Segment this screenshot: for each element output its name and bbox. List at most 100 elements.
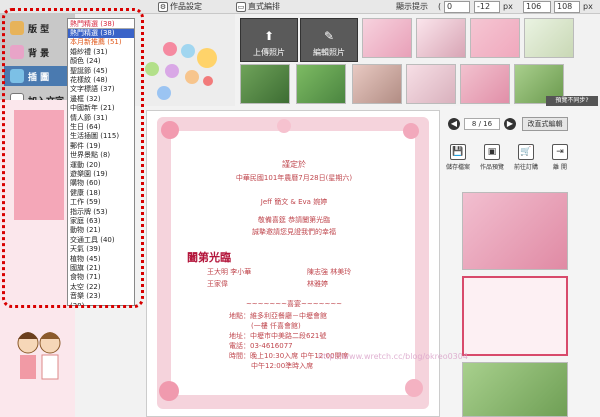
save-button[interactable]: 💾 儲存檔案 [444, 144, 472, 182]
sticker-item[interactable] [163, 42, 177, 56]
category-dropdown[interactable]: 熱門精選 (38) 熱門精選 (38) 本月新推薦 (51) 婚紗禮 (31) 顏色 … [67, 18, 135, 306]
dropdown-option[interactable]: 生日 (64) [68, 123, 134, 132]
template-icon [10, 21, 24, 35]
dropdown-option[interactable]: 指示牌 (53) [68, 208, 134, 217]
card-parents-right: 陳志強 林美玲 [307, 268, 352, 276]
sticker-item[interactable] [203, 76, 213, 86]
photo-thumbnail[interactable] [460, 64, 510, 104]
flower-decoration [159, 381, 179, 401]
preview-button[interactable]: ▣ 作品預覽 [478, 144, 506, 182]
menu-template[interactable]: 版 型 [4, 18, 70, 38]
vertical-edit-button[interactable]: 改直式編輯 [522, 117, 568, 131]
vertical-layout-button[interactable]: ▭ 直式編排 [236, 1, 280, 13]
photo-thumbnail[interactable] [470, 18, 520, 58]
dropdown-option[interactable]: 食物 (71) [68, 273, 134, 282]
dropdown-option[interactable]: 購物 (60) [68, 179, 134, 188]
dropdown-option[interactable]: 世界景點 (8) [68, 151, 134, 160]
photo-thumbnail[interactable] [352, 64, 402, 104]
sticker-item[interactable] [145, 62, 159, 76]
dropdown-option[interactable]: 家庭 (63) [68, 217, 134, 226]
design-settings-button[interactable]: ⚙ 作品設定 [158, 1, 202, 13]
design-settings-label: 作品設定 [170, 2, 202, 11]
next-page-button[interactable]: ▶ [504, 118, 516, 130]
photo-thumbnail[interactable] [240, 64, 290, 104]
dropdown-option[interactable]: 植物 (45) [68, 255, 134, 264]
dropdown-selected[interactable]: 熱門精選 (38) [68, 19, 134, 29]
dropdown-option[interactable]: (28) [68, 302, 134, 305]
menu-template-label: 版 型 [28, 24, 50, 35]
exit-icon: ⇥ [552, 144, 568, 160]
page-thumbnail[interactable] [462, 192, 568, 270]
dropdown-option[interactable]: 本月新推薦 (51) [68, 38, 134, 47]
sticker-item[interactable] [165, 64, 179, 78]
dropdown-option[interactable]: 太空 (22) [68, 283, 134, 292]
dropdown-option[interactable]: 文字標語 (37) [68, 85, 134, 94]
menu-background[interactable]: 背 景 [4, 42, 70, 62]
vertical-layout-label: 直式編排 [248, 2, 280, 11]
dropdown-option[interactable]: 工作 (59) [68, 198, 134, 207]
dropdown-option[interactable]: 婚紗禮 (31) [68, 48, 134, 57]
edit-photo-button[interactable]: ✎ 編輯照片 [300, 18, 358, 62]
dropdown-option[interactable]: 遊樂園 (19) [68, 170, 134, 179]
couple-cartoon-icon [17, 332, 61, 380]
upload-photo-button[interactable]: ⬆ 上傳照片 [240, 18, 298, 62]
menu-illustration[interactable]: 插 圖 [4, 66, 70, 86]
dropdown-option[interactable]: 天氣 (39) [68, 245, 134, 254]
width-input[interactable]: 106 [523, 1, 551, 13]
dropdown-option[interactable]: 熱門精選 (38) [68, 29, 134, 39]
unit-px-label-2: px [583, 2, 593, 11]
dropdown-option[interactable]: 花樣紋 (48) [68, 76, 134, 85]
top-toolbar: ⚙ 作品設定 ▭ 直式編排 顯示提示 ( 0 -12 px 106 108 px [0, 0, 600, 14]
watermark-text: http://www.wretch.cc/blog/okreo0304 [318, 352, 468, 361]
menu-illustration-label: 插 圖 [28, 72, 50, 83]
dropdown-option[interactable]: 動物 (21) [68, 226, 134, 235]
order-button[interactable]: 🛒 前往訂購 [512, 144, 540, 182]
card-banner: 闔第光臨 [187, 251, 231, 264]
card-host-left: 王家偉 [207, 280, 228, 288]
dropdown-option[interactable]: 運動 (20) [68, 161, 134, 170]
dropdown-option[interactable]: 郵件 (19) [68, 142, 134, 151]
dropdown-option[interactable]: 聖誕節 (45) [68, 67, 134, 76]
sticker-item[interactable] [181, 44, 195, 58]
dropdown-option[interactable]: 情人節 (31) [68, 114, 134, 123]
photo-thumbnail[interactable] [406, 64, 456, 104]
height-input[interactable]: 108 [554, 1, 580, 13]
sticker-item[interactable] [197, 48, 217, 68]
order-label: 前往訂購 [513, 164, 538, 171]
edit-icon: ✎ [323, 29, 335, 43]
card-invite-line-2: 誠摯邀請您見證我們的幸福 [252, 228, 336, 236]
pink-card-thumbnail[interactable] [14, 110, 64, 220]
photo-thumbnail[interactable] [416, 18, 466, 58]
dropdown-option[interactable]: 音樂 (23) [68, 292, 134, 301]
sticker-item[interactable] [185, 70, 199, 84]
design-canvas[interactable]: 謹定於 中華民國101年農曆7月28日(星期六) Jeff 簡文 & Eva 婉… [146, 110, 440, 417]
exit-button[interactable]: ⇥ 離 開 [546, 144, 574, 182]
y-input[interactable]: -12 [474, 1, 500, 13]
page-thumbnail[interactable] [462, 362, 568, 417]
page-indicator[interactable]: 8 / 16 [464, 118, 500, 130]
preview-icon: ▣ [484, 144, 500, 160]
photo-thumbnail[interactable] [296, 64, 346, 104]
card-phone-line: 電話：03-4616077 [229, 342, 293, 350]
exit-label: 離 開 [553, 164, 567, 171]
x-input[interactable]: 0 [444, 1, 470, 13]
card-venue-line: 地點：維多利亞餐廳－中壢會館 [229, 312, 327, 320]
dropdown-option[interactable]: 國旗 (21) [68, 264, 134, 273]
show-hint-label: 顯示提示 [396, 2, 428, 11]
left-preview-panel [0, 100, 75, 417]
background-icon [10, 45, 24, 59]
prev-page-button[interactable]: ◀ [448, 118, 460, 130]
photo-thumbnail[interactable] [362, 18, 412, 58]
photo-thumbnail[interactable] [524, 18, 574, 58]
dropdown-option[interactable]: 邊框 (32) [68, 95, 134, 104]
preview-sync-hint[interactable]: 預覽不同步? [546, 96, 598, 106]
dropdown-option[interactable]: 健康 (18) [68, 189, 134, 198]
page-thumbnail-active[interactable] [462, 276, 568, 356]
dropdown-option[interactable]: 顏色 (24) [68, 57, 134, 66]
dropdown-option[interactable]: 中國新年 (21) [68, 104, 134, 113]
dropdown-option[interactable]: 生活插圖 (115) [68, 132, 134, 141]
save-label: 儲存檔案 [445, 164, 470, 171]
dropdown-option[interactable]: 交通工具 (40) [68, 236, 134, 245]
sticker-item[interactable] [157, 86, 171, 100]
illustration-icon [10, 69, 24, 83]
